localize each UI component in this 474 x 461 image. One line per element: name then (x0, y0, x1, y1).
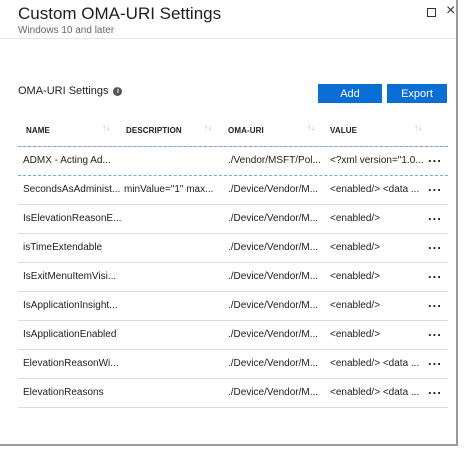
sort-icon[interactable]: ↑↓ (307, 123, 315, 132)
cell-oma-uri: ./Device/Vendor/M... (228, 387, 319, 398)
info-icon[interactable]: i (113, 87, 123, 96)
oma-uri-blade: Custom OMA-URI Settings Windows 10 and l… (0, 0, 458, 446)
cell-value: <enabled/> (330, 271, 381, 282)
more-icon[interactable]: ... (428, 295, 442, 310)
more-icon[interactable]: ... (428, 266, 442, 281)
table-row[interactable]: IsApplicationInsight... ./Device/Vendor/M… (18, 292, 448, 321)
maximize-icon[interactable] (427, 8, 436, 17)
table-row[interactable]: IsElevationReasonE... ./Device/Vendor/M..… (18, 205, 448, 234)
sort-icon[interactable]: ↑↓ (414, 123, 422, 132)
table-header: NAME ↑↓ DESCRIPTION ↑↓ OMA-URI ↑↓ VALUE … (18, 118, 448, 147)
cell-value: <enabled/> (330, 329, 381, 340)
column-header-oma-uri[interactable]: OMA-URI (228, 126, 264, 135)
add-button[interactable]: Add (318, 84, 382, 103)
more-icon[interactable]: ... (428, 353, 442, 368)
table-row[interactable]: isTimeExtendable ./Device/Vendor/M... <ena… (18, 234, 448, 263)
table-body: ADMX - Acting Ad... ./Vendor/MSFT/Pol... <… (18, 146, 448, 408)
cell-value: <enabled/> (330, 300, 381, 311)
cell-oma-uri: ./Device/Vendor/M... (228, 242, 319, 253)
cell-name: ADMX - Acting Ad... (23, 155, 111, 166)
cell-oma-uri: ./Device/Vendor/M... (228, 329, 319, 340)
cell-oma-uri: ./Device/Vendor/M... (228, 184, 319, 195)
more-icon[interactable]: ... (428, 382, 442, 397)
column-header-description[interactable]: DESCRIPTION (126, 126, 182, 135)
section-label: OMA-URI Settings i (18, 85, 123, 97)
cell-name: IsApplicationEnabled (23, 329, 117, 340)
cell-value: <enabled/> <data ... (330, 387, 420, 398)
more-icon[interactable]: ... (428, 237, 442, 252)
cell-value: <enabled/> (330, 242, 381, 253)
cell-oma-uri: ./Device/Vendor/M... (228, 271, 319, 282)
blade-header: Custom OMA-URI Settings Windows 10 and l… (0, 0, 456, 39)
cell-name: IsElevationReasonE... (23, 213, 122, 224)
cell-name: IsExitMenuItemVisi... (23, 271, 117, 282)
cell-name: isTimeExtendable (23, 242, 103, 253)
table-row[interactable]: ADMX - Acting Ad... ./Vendor/MSFT/Pol... <… (18, 146, 448, 176)
more-icon[interactable]: ... (428, 179, 442, 194)
more-icon[interactable]: ... (428, 208, 442, 223)
cell-value: <?xml version="1.0... (330, 155, 424, 166)
cell-value: <enabled/> (330, 213, 381, 224)
cell-oma-uri: ./Device/Vendor/M... (228, 358, 319, 369)
cell-name: ElevationReasonWi... (23, 358, 119, 369)
table-row[interactable]: SecondsAsAdminist... minValue="1" max....… (18, 176, 448, 205)
cell-value: <enabled/> <data ... (330, 358, 420, 369)
column-header-name[interactable]: NAME (26, 126, 50, 135)
table-row[interactable]: IsExitMenuItemVisi... ./Device/Vendor/M..… (18, 263, 448, 292)
cell-name: ElevationReasons (23, 387, 104, 398)
cell-oma-uri: ./Device/Vendor/M... (228, 213, 319, 224)
cell-name: IsApplicationInsight... (23, 300, 118, 311)
cell-name: SecondsAsAdminist... (23, 184, 121, 195)
export-button[interactable]: Export (387, 84, 447, 103)
table-row[interactable]: ElevationReasons ./Device/Vendor/M... <ena… (18, 379, 448, 408)
cell-oma-uri: ./Vendor/MSFT/Pol... (228, 155, 321, 166)
more-icon[interactable]: ... (428, 324, 442, 339)
sort-icon[interactable]: ↑↓ (204, 123, 212, 132)
table-row[interactable]: IsApplicationEnabled ./Device/Vendor/M...… (18, 321, 448, 350)
cell-value: <enabled/> <data ... (330, 184, 420, 195)
cell-description: minValue="1" max... (124, 184, 214, 195)
table-row[interactable]: ElevationReasonWi... ./Device/Vendor/M...… (18, 350, 448, 379)
page-title: Custom OMA-URI Settings (18, 4, 222, 23)
close-icon[interactable]: × (446, 3, 455, 19)
section-label-text: OMA-URI Settings (18, 85, 109, 97)
column-header-value[interactable]: VALUE (330, 126, 357, 135)
oma-uri-table: NAME ↑↓ DESCRIPTION ↑↓ OMA-URI ↑↓ VALUE … (18, 118, 448, 408)
cell-oma-uri: ./Device/Vendor/M... (228, 300, 319, 311)
more-icon[interactable]: ... (428, 150, 442, 165)
sort-icon[interactable]: ↑↓ (102, 123, 110, 132)
page-subtitle: Windows 10 and later (18, 25, 115, 36)
